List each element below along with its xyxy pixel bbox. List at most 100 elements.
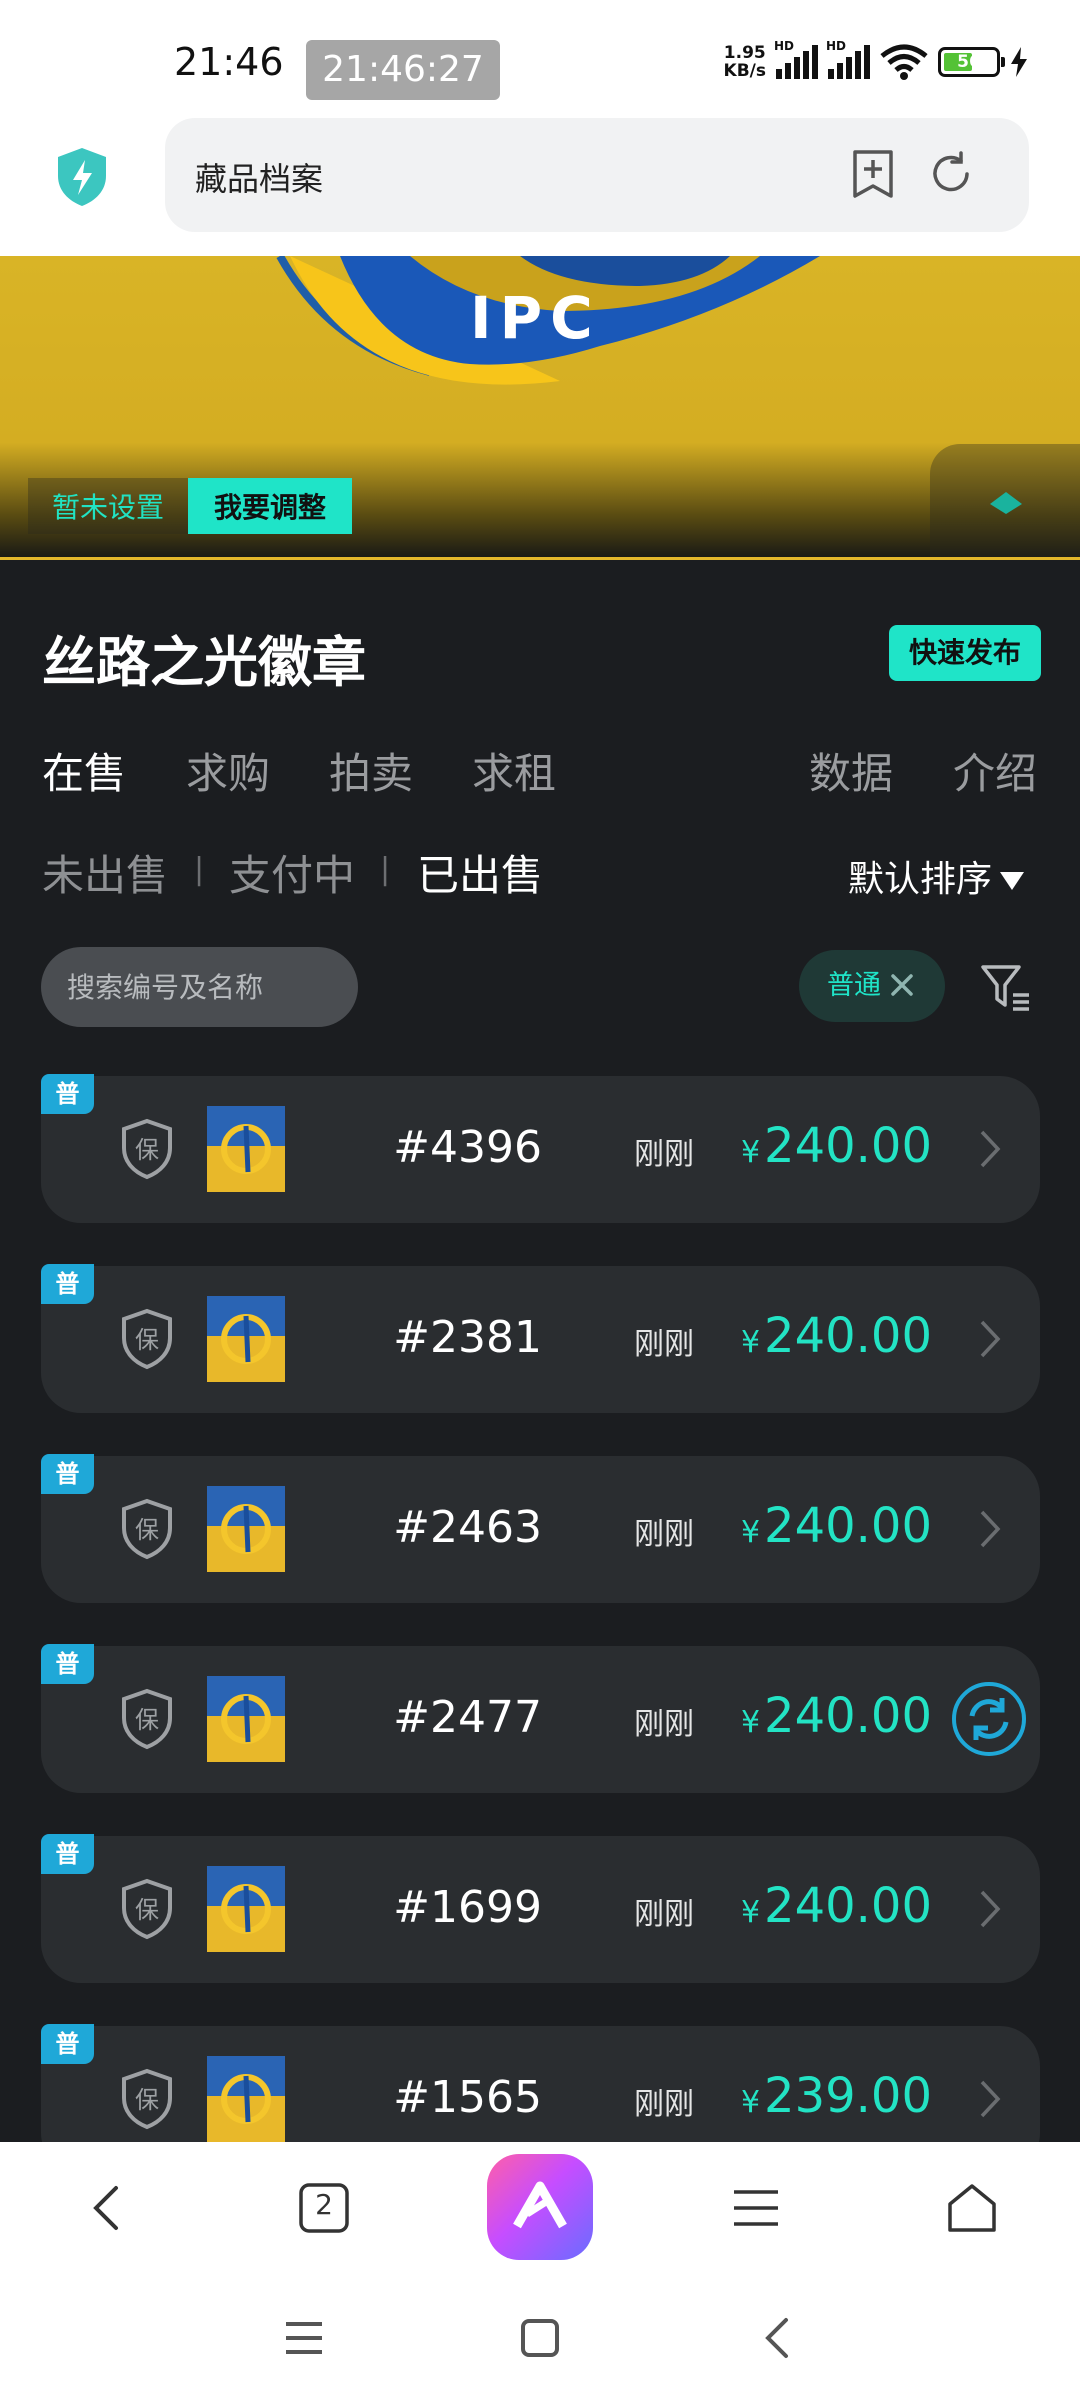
unset-tag: 暂未设置 bbox=[28, 478, 189, 534]
menu-icon[interactable] bbox=[728, 2180, 784, 2236]
subtab-divider: | bbox=[194, 852, 205, 887]
item-number: #4396 bbox=[393, 1122, 542, 1173]
listing-price: ¥239.00 bbox=[740, 2068, 932, 2124]
back-arrow-icon[interactable] bbox=[80, 2180, 136, 2236]
item-thumbnail bbox=[207, 1486, 285, 1572]
collection-title: 丝路之光徽章 bbox=[42, 631, 366, 694]
sort-dropdown[interactable]: 默认排序 bbox=[848, 850, 1025, 902]
guarantee-shield-icon: 保 bbox=[122, 2068, 172, 2130]
signal-icon: HD bbox=[826, 39, 870, 79]
ai-logo-icon bbox=[513, 2181, 567, 2229]
listing-row[interactable]: 普 保 #2381 刚刚 ¥240.00 bbox=[41, 1264, 1040, 1413]
svg-text:保: 保 bbox=[135, 1896, 159, 1924]
rarity-badge: 普 bbox=[41, 1074, 94, 1114]
guarantee-shield-icon: 保 bbox=[122, 1118, 172, 1180]
network-speed: 1.95 KB/s bbox=[723, 43, 766, 81]
item-number: #1565 bbox=[393, 2072, 542, 2123]
security-shield-icon[interactable] bbox=[54, 146, 110, 208]
charging-icon bbox=[1011, 47, 1027, 77]
listing-time: 刚刚 bbox=[634, 2087, 694, 2122]
tabs-button[interactable]: 2 bbox=[296, 2180, 352, 2236]
listing-price: ¥240.00 bbox=[740, 1118, 932, 1174]
browser-toolbar: 2 bbox=[0, 2142, 1080, 2272]
listing-time: 刚刚 bbox=[634, 1327, 694, 1362]
quick-publish-button[interactable]: 快速发布 bbox=[889, 625, 1041, 681]
floating-clock: 21:46:27 bbox=[306, 40, 500, 100]
subtab-paying[interactable]: 支付中 bbox=[229, 842, 355, 903]
subtab-unsold[interactable]: 未出售 bbox=[42, 842, 168, 903]
tab-auction[interactable]: 拍卖 bbox=[329, 740, 413, 801]
filter-chip-label: 普通 bbox=[827, 970, 881, 1001]
signal-icon: HD bbox=[774, 39, 818, 79]
status-time: 21:46 bbox=[174, 40, 284, 84]
adjust-button[interactable]: 我要调整 bbox=[188, 478, 353, 534]
rarity-badge: 普 bbox=[41, 1834, 94, 1874]
tab-data[interactable]: 数据 bbox=[809, 740, 893, 801]
tab-rent[interactable]: 求租 bbox=[472, 740, 556, 801]
listing-time: 刚刚 bbox=[634, 1707, 694, 1742]
chevron-right-icon[interactable] bbox=[978, 1508, 1002, 1550]
item-thumbnail bbox=[207, 1106, 285, 1192]
page-title: 藏品档案 bbox=[195, 160, 324, 198]
filter-icon[interactable] bbox=[979, 961, 1033, 1015]
guarantee-shield-icon: 保 bbox=[122, 1878, 172, 1940]
subtab-divider: | bbox=[380, 852, 391, 887]
tab-intro[interactable]: 介绍 bbox=[953, 740, 1037, 801]
subtab-sold[interactable]: 已出售 bbox=[417, 842, 543, 903]
back-triangle-icon[interactable] bbox=[756, 2316, 800, 2360]
ipc-logo-text: IPC bbox=[470, 284, 601, 352]
status-icons: 1.95 KB/s HD HD 56 bbox=[723, 39, 1028, 81]
tab-on-sale[interactable]: 在售 bbox=[42, 740, 126, 801]
item-number: #1699 bbox=[393, 1882, 542, 1933]
svg-text:保: 保 bbox=[135, 2086, 159, 2114]
filter-chip[interactable]: 普通 bbox=[799, 950, 945, 1022]
chevron-right-icon[interactable] bbox=[978, 2078, 1002, 2120]
guarantee-shield-icon: 保 bbox=[122, 1498, 172, 1560]
tab-count: 2 bbox=[315, 2188, 333, 2221]
banner-toggle[interactable] bbox=[930, 444, 1080, 557]
item-number: #2463 bbox=[393, 1502, 542, 1553]
browser-address-bar: 藏品档案 bbox=[0, 118, 1080, 256]
chevron-right-icon[interactable] bbox=[978, 1888, 1002, 1930]
rarity-badge: 普 bbox=[41, 1454, 94, 1494]
guarantee-shield-icon: 保 bbox=[122, 1308, 172, 1370]
listing-row[interactable]: 普 保 #4396 刚刚 ¥240.00 bbox=[41, 1074, 1040, 1223]
listing-price: ¥240.00 bbox=[740, 1498, 932, 1554]
home-square-icon[interactable] bbox=[518, 2316, 562, 2360]
refresh-icon[interactable] bbox=[927, 148, 975, 200]
item-thumbnail bbox=[207, 2056, 285, 2142]
item-thumbnail bbox=[207, 1676, 285, 1762]
system-nav-bar bbox=[0, 2272, 1080, 2400]
wifi-icon bbox=[880, 44, 928, 80]
listing-row[interactable]: 普 保 #2477 刚刚 ¥240.00 bbox=[41, 1644, 1040, 1793]
svg-text:保: 保 bbox=[135, 1326, 159, 1354]
close-icon[interactable] bbox=[887, 970, 917, 1000]
listing-time: 刚刚 bbox=[634, 1137, 694, 1172]
caret-down-icon bbox=[1000, 872, 1025, 890]
bookmark-add-icon[interactable] bbox=[849, 148, 897, 200]
item-thumbnail bbox=[207, 1866, 285, 1952]
listing-row[interactable]: 普 保 #1699 刚刚 ¥240.00 bbox=[41, 1834, 1040, 1983]
listing-time: 刚刚 bbox=[634, 1897, 694, 1932]
rarity-badge: 普 bbox=[41, 1644, 94, 1684]
tab-wanted[interactable]: 求购 bbox=[186, 740, 270, 801]
chevron-right-icon[interactable] bbox=[978, 1128, 1002, 1170]
rarity-badge: 普 bbox=[41, 2024, 94, 2064]
svg-text:保: 保 bbox=[135, 1516, 159, 1544]
rarity-badge: 普 bbox=[41, 1264, 94, 1304]
sort-label: 默认排序 bbox=[848, 859, 993, 900]
chevron-right-icon[interactable] bbox=[978, 1318, 1002, 1360]
collection-banner: IPC 暂未设置 我要调整 bbox=[0, 256, 1080, 560]
svg-text:保: 保 bbox=[135, 1136, 159, 1164]
listing-time: 刚刚 bbox=[634, 1517, 694, 1552]
home-icon[interactable] bbox=[944, 2180, 1000, 2236]
search-input[interactable] bbox=[41, 947, 358, 1027]
url-field[interactable]: 藏品档案 bbox=[165, 118, 1029, 232]
listing-row[interactable]: 普 保 #2463 刚刚 ¥240.00 bbox=[41, 1454, 1040, 1603]
listing-price: ¥240.00 bbox=[740, 1688, 932, 1744]
recents-menu-icon[interactable] bbox=[282, 2316, 326, 2360]
sync-icon[interactable] bbox=[950, 1680, 1028, 1758]
battery-icon: 56 bbox=[938, 47, 1005, 77]
svg-text:保: 保 bbox=[135, 1706, 159, 1734]
app-launcher-button[interactable] bbox=[487, 2154, 593, 2260]
